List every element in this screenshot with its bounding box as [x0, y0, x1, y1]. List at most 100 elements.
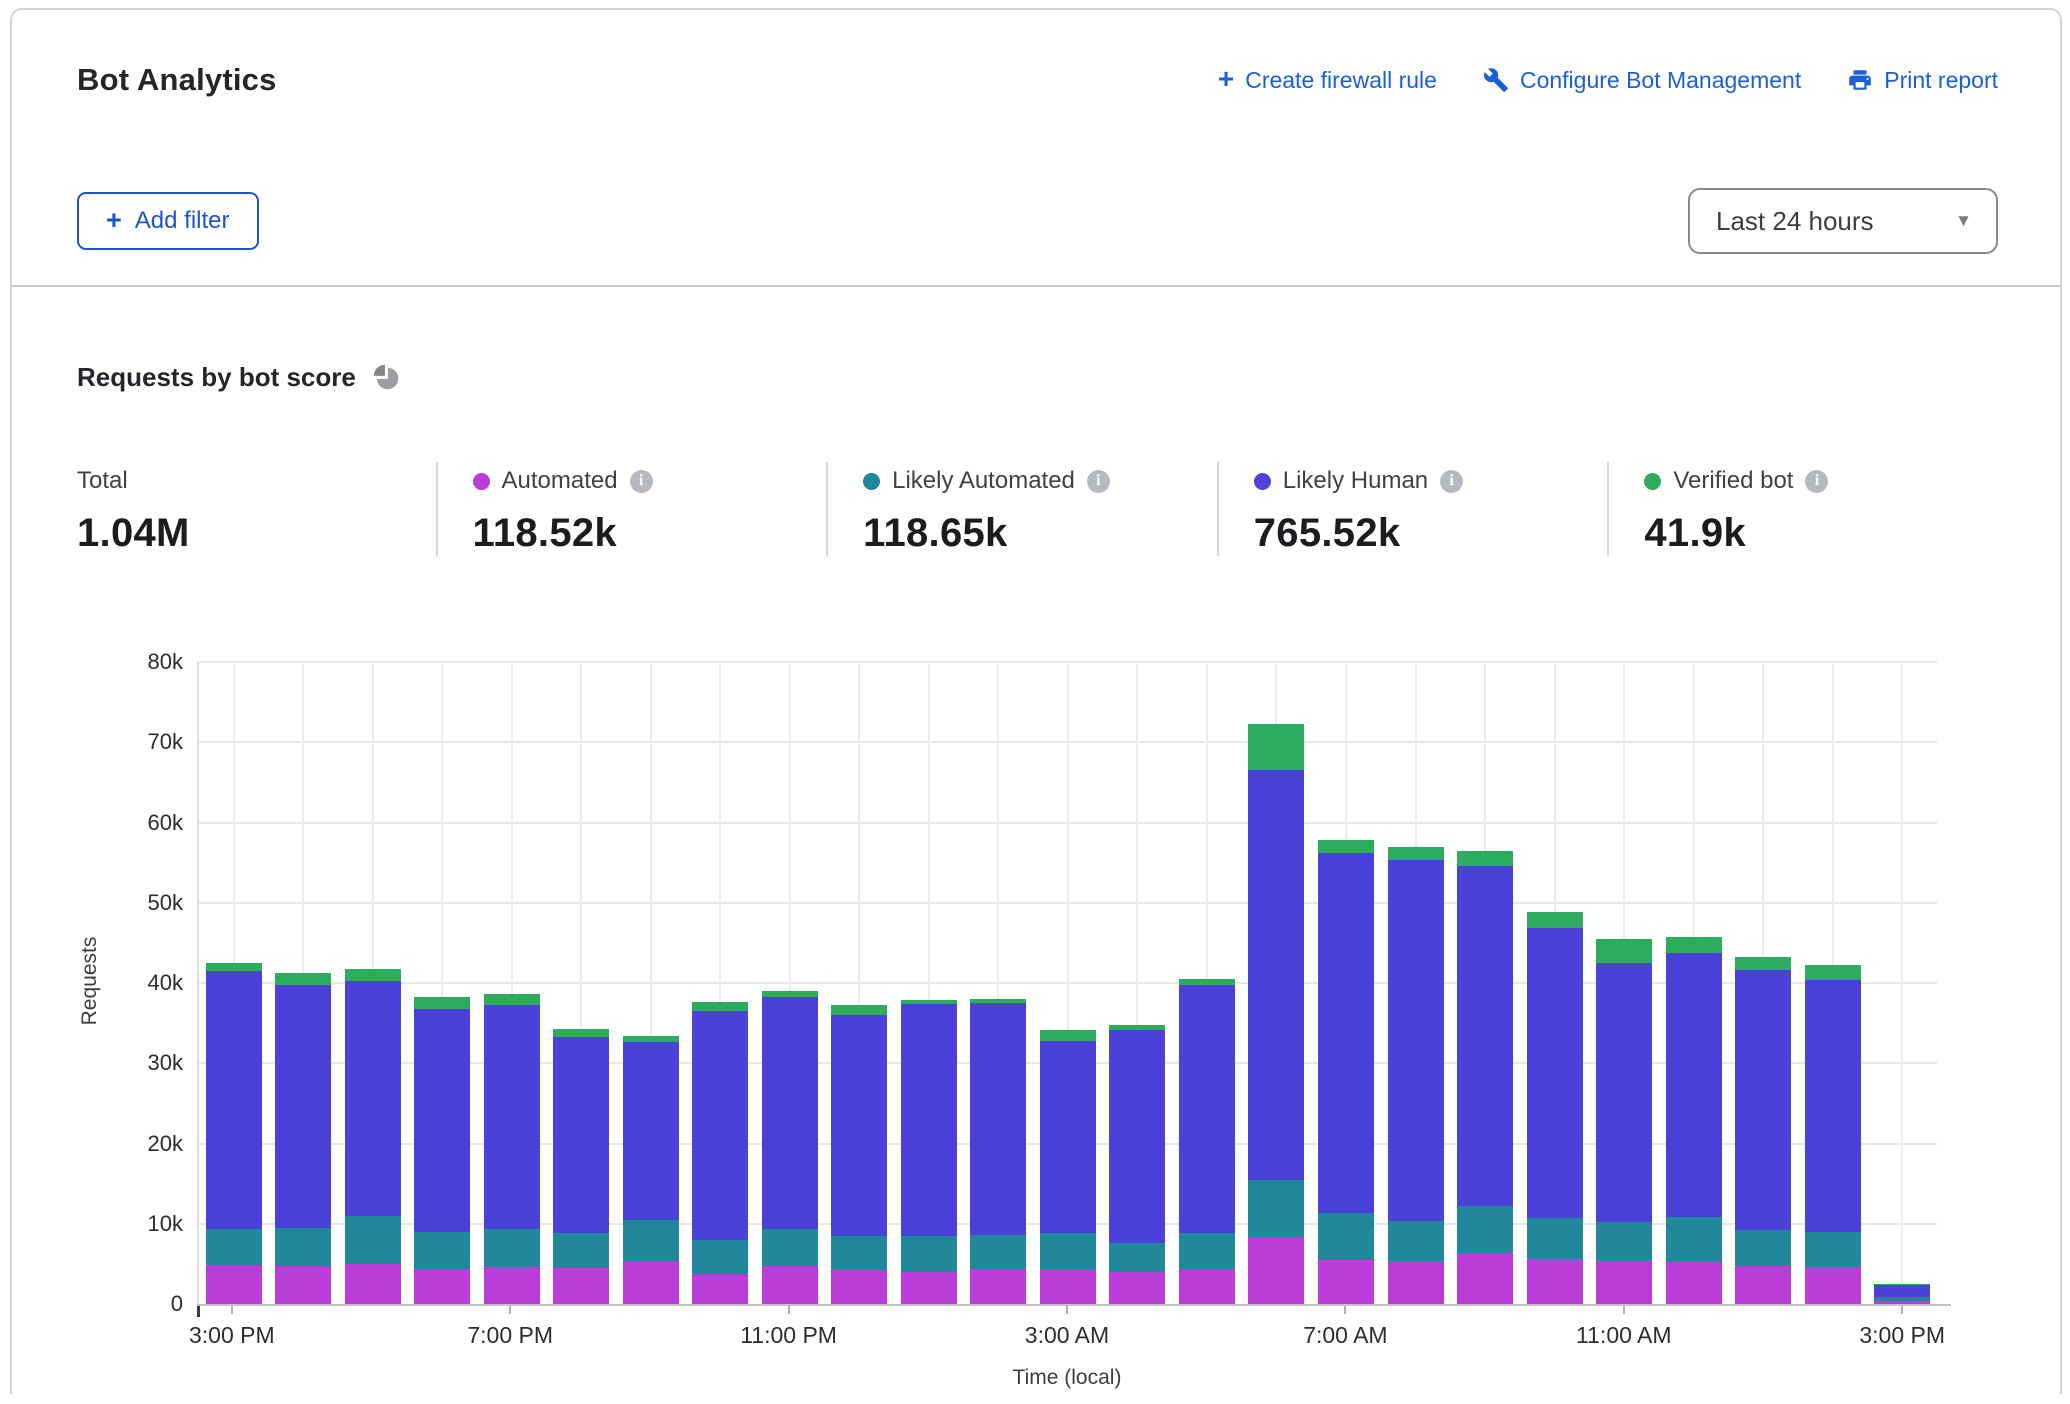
bar-500am[interactable] — [1172, 662, 1242, 1304]
bar-segment-likely-automated — [1179, 1233, 1235, 1269]
bar-segment-likely-human — [1735, 970, 1791, 1230]
bar-400pm[interactable] — [269, 662, 339, 1304]
info-icon[interactable]: i — [630, 470, 653, 493]
add-filter-button[interactable]: + Add filter — [77, 192, 259, 250]
stat-verified-bot: Verified bot i 41.9k — [1607, 462, 1998, 556]
create-firewall-rule-label: Create firewall rule — [1245, 67, 1437, 94]
bar-1100am[interactable] — [1589, 662, 1659, 1304]
bar-segment-likely-automated — [1388, 1221, 1444, 1263]
stat-likely-human-label: Likely Human — [1283, 467, 1428, 495]
filter-bar: + Add filter Last 24 hours ▼ — [77, 188, 1998, 254]
print-report-link[interactable]: Print report — [1847, 67, 1998, 94]
stat-automated-value: 118.52k — [473, 511, 827, 556]
x-tick-label: 3:00 PM — [152, 1322, 312, 1349]
bar-800am[interactable] — [1381, 662, 1451, 1304]
time-range-value: Last 24 hours — [1716, 206, 1874, 237]
x-tick — [788, 1306, 790, 1314]
bar-900pm[interactable] — [616, 662, 686, 1304]
bar-segment-verified-bot — [484, 994, 540, 1004]
bar-segment-verified-bot — [1040, 1030, 1096, 1041]
bar-segment-automated — [414, 1269, 470, 1304]
section-title: Requests by bot score — [77, 362, 356, 393]
x-tick — [509, 1306, 511, 1314]
info-icon[interactable]: i — [1805, 470, 1828, 493]
x-tick-label: 7:00 PM — [430, 1322, 590, 1349]
bar-segment-verified-bot — [1527, 912, 1583, 928]
bar-stack — [762, 991, 818, 1304]
bar-200am[interactable] — [964, 662, 1034, 1304]
bar-800pm[interactable] — [547, 662, 617, 1304]
bar-1000am[interactable] — [1520, 662, 1590, 1304]
bar-segment-automated — [692, 1274, 748, 1304]
bar-segment-likely-automated — [345, 1216, 401, 1264]
bar-100pm[interactable] — [1728, 662, 1798, 1304]
bar-300pm[interactable] — [1867, 662, 1937, 1304]
bar-300pm[interactable] — [199, 662, 269, 1304]
bar-segment-automated — [623, 1261, 679, 1304]
bar-stack — [1388, 847, 1444, 1304]
bar-1200am[interactable] — [825, 662, 895, 1304]
bar-segment-likely-automated — [553, 1233, 609, 1268]
bar-segment-likely-automated — [414, 1232, 470, 1269]
bar-600am[interactable] — [1242, 662, 1312, 1304]
bar-1000pm[interactable] — [686, 662, 756, 1304]
bar-700pm[interactable] — [477, 662, 547, 1304]
likely-automated-dot — [863, 473, 880, 490]
bar-segment-automated — [1805, 1267, 1861, 1304]
stat-likely-human-value: 765.52k — [1254, 511, 1608, 556]
bar-stack — [1527, 912, 1583, 1304]
configure-bot-management-link[interactable]: Configure Bot Management — [1483, 67, 1801, 94]
bar-stack — [692, 1002, 748, 1304]
y-axis-title: Requests — [78, 916, 104, 1046]
info-icon[interactable]: i — [1440, 470, 1463, 493]
stat-likely-automated: Likely Automated i 118.65k — [826, 462, 1217, 556]
configure-bot-management-label: Configure Bot Management — [1520, 67, 1801, 94]
bar-stack — [1735, 957, 1791, 1304]
stat-total-value: 1.04M — [77, 511, 436, 556]
bar-1200pm[interactable] — [1659, 662, 1729, 1304]
bar-segment-verified-bot — [1318, 840, 1374, 853]
bar-segment-likely-automated — [970, 1235, 1026, 1269]
bar-300am[interactable] — [1033, 662, 1103, 1304]
bar-segment-automated — [1457, 1253, 1513, 1304]
bar-segment-automated — [1109, 1272, 1165, 1304]
bar-segment-automated — [1388, 1262, 1444, 1304]
bar-segment-likely-automated — [1109, 1243, 1165, 1272]
bar-stack — [623, 1036, 679, 1304]
bar-100am[interactable] — [894, 662, 964, 1304]
bar-1100pm[interactable] — [755, 662, 825, 1304]
bar-segment-automated — [1596, 1261, 1652, 1304]
bar-stack — [1666, 937, 1722, 1304]
bar-700am[interactable] — [1311, 662, 1381, 1304]
bar-400am[interactable] — [1103, 662, 1173, 1304]
bar-stack — [484, 994, 540, 1304]
automated-dot — [473, 473, 490, 490]
bar-stack — [831, 1005, 887, 1304]
bar-segment-likely-human — [206, 971, 262, 1229]
info-icon[interactable]: i — [1087, 470, 1110, 493]
bar-series — [199, 662, 1937, 1304]
create-firewall-rule-link[interactable]: + Create firewall rule — [1218, 66, 1437, 94]
pie-chart-icon — [372, 363, 402, 393]
x-tick — [1066, 1306, 1068, 1314]
bar-segment-likely-human — [345, 981, 401, 1215]
bar-segment-verified-bot — [414, 997, 470, 1009]
bar-200pm[interactable] — [1798, 662, 1868, 1304]
bar-900am[interactable] — [1450, 662, 1520, 1304]
print-report-label: Print report — [1884, 67, 1998, 94]
bar-segment-verified-bot — [1248, 724, 1304, 771]
bar-stack — [1248, 724, 1304, 1304]
time-range-select[interactable]: Last 24 hours ▼ — [1688, 188, 1998, 254]
bar-stack — [1040, 1030, 1096, 1304]
x-tick-label: 11:00 PM — [709, 1322, 869, 1349]
add-filter-label: Add filter — [135, 207, 230, 235]
bar-600pm[interactable] — [408, 662, 478, 1304]
bar-segment-automated — [970, 1269, 1026, 1304]
bar-segment-likely-automated — [1248, 1180, 1304, 1237]
bar-segment-likely-automated — [1735, 1230, 1791, 1266]
requests-by-bot-score-chart — [197, 662, 1937, 1304]
bar-segment-likely-human — [831, 1015, 887, 1236]
bar-500pm[interactable] — [338, 662, 408, 1304]
stat-total-label: Total — [77, 467, 128, 495]
plus-icon: + — [106, 207, 122, 234]
